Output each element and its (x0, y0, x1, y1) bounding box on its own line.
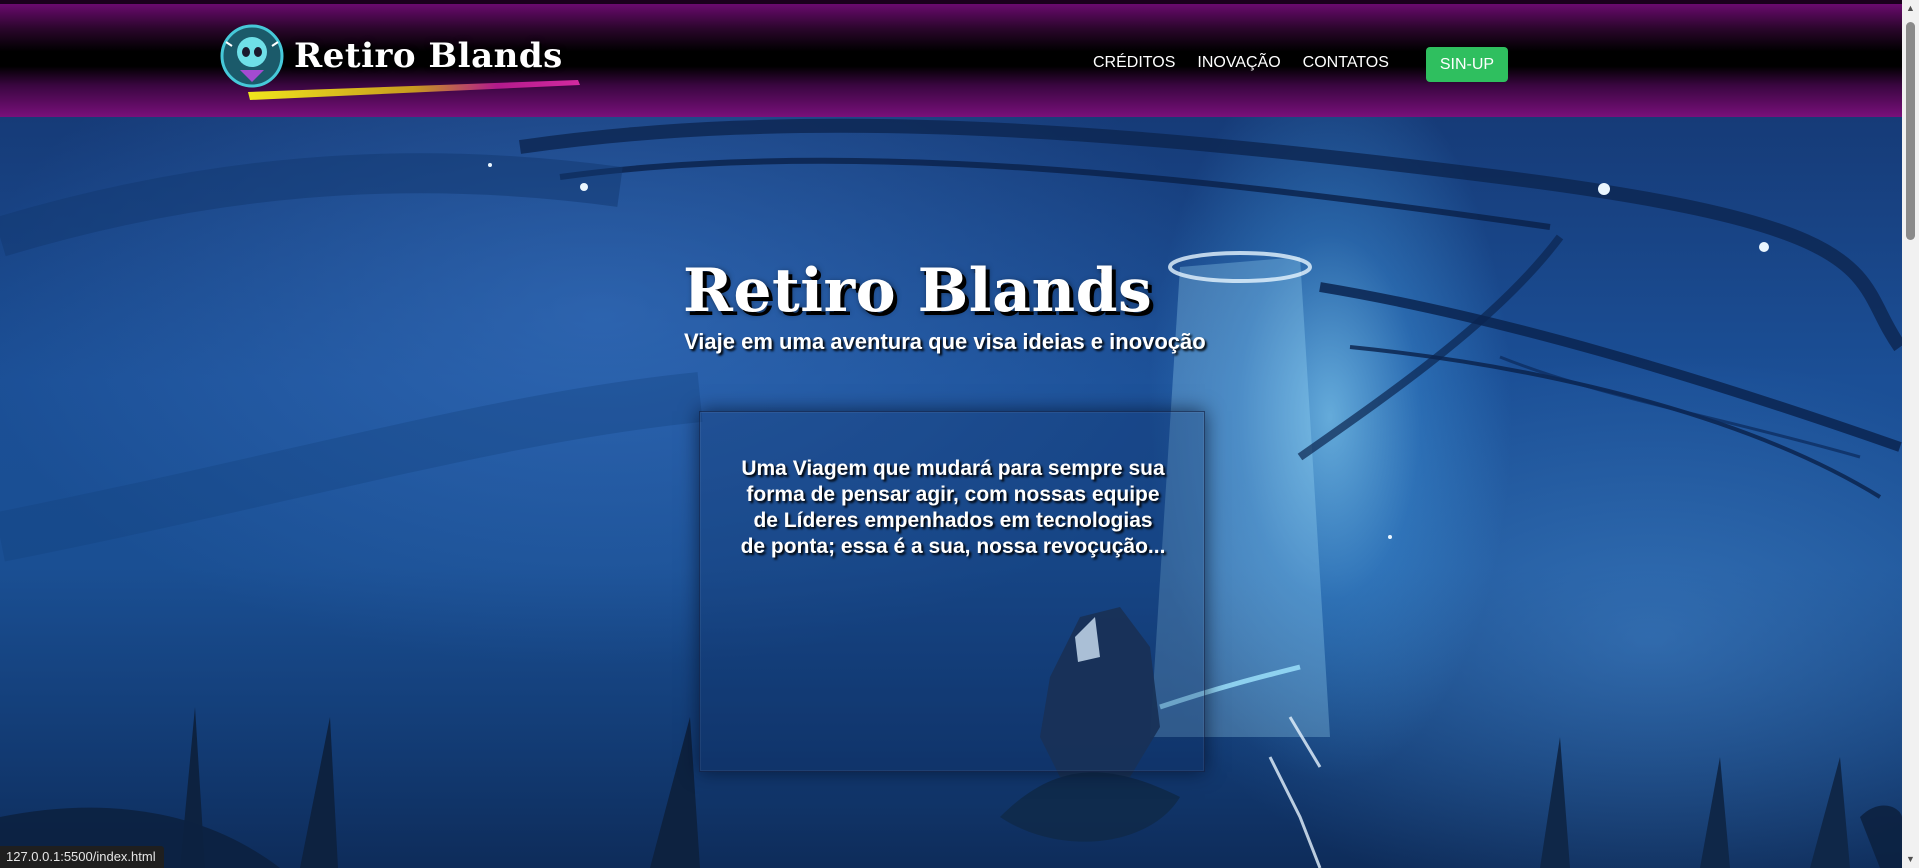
page: Retiro Blands CRÉDITOS INOVAÇÃO CONTATOS… (0, 0, 1902, 868)
main-nav: CRÉDITOS INOVAÇÃO CONTATOS (1093, 54, 1411, 72)
hero-subtitle: Viaje em uma aventura que visa ideias e … (684, 329, 1206, 354)
intro-card-text: Uma Viagem que mudará para sempre sua fo… (740, 457, 1166, 558)
vertical-scrollbar[interactable]: ▲ ▼ (1902, 0, 1919, 868)
nav-link-inovacao[interactable]: INOVAÇÃO (1197, 54, 1280, 72)
nav-link-contatos[interactable]: CONTATOS (1303, 54, 1389, 72)
scrollbar-thumb[interactable] (1906, 22, 1915, 240)
intro-card: Uma Viagem que mudará para sempre sua fo… (699, 411, 1205, 772)
hero-title: Retiro Blands (683, 256, 1153, 326)
signup-button[interactable]: SIN-UP (1426, 47, 1508, 82)
scroll-down-arrow-icon[interactable]: ▼ (1902, 851, 1919, 868)
scroll-up-arrow-icon[interactable]: ▲ (1902, 0, 1919, 17)
logo-underline-stripe (248, 80, 580, 100)
status-bar-url: 127.0.0.1:5500/index.html (0, 846, 164, 868)
nav-link-creditos[interactable]: CRÉDITOS (1093, 54, 1175, 72)
site-header: Retiro Blands CRÉDITOS INOVAÇÃO CONTATOS… (0, 0, 1902, 117)
logo[interactable]: Retiro Blands (218, 20, 608, 106)
logo-text: Retiro Blands (294, 36, 563, 76)
